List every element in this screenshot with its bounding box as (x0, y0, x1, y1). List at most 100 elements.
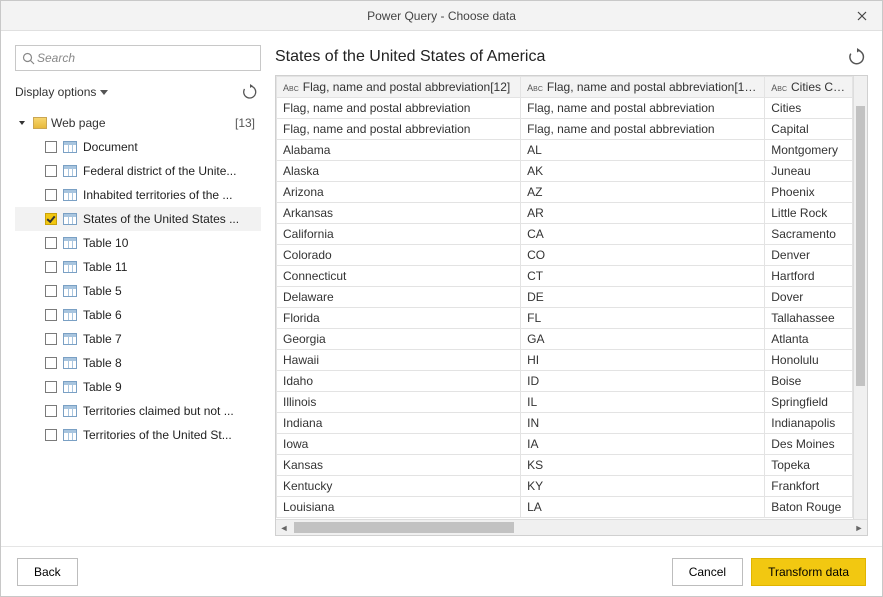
checkbox[interactable] (45, 429, 57, 441)
tree-refresh-button[interactable] (239, 81, 261, 103)
table-cell: Boise (765, 371, 852, 392)
search-box[interactable] (15, 45, 261, 71)
tree-item[interactable]: Table 11 (15, 255, 261, 279)
table-cell: Delaware (277, 287, 521, 308)
text-type-icon: ABC (283, 83, 299, 93)
header-row: ABCFlag, name and postal abbreviation[12… (277, 77, 867, 98)
checkbox[interactable] (45, 261, 57, 273)
horizontal-scrollbar-thumb[interactable] (294, 522, 514, 533)
checkbox[interactable] (45, 405, 57, 417)
table-cell: Sacramento (765, 224, 852, 245)
checkbox[interactable] (45, 237, 57, 249)
dialog-title: Power Query - Choose data (367, 9, 516, 23)
table-row[interactable]: AlabamaALMontgomery (277, 140, 867, 161)
tree-item[interactable]: Table 10 (15, 231, 261, 255)
table-row[interactable]: LouisianaLABaton Rouge (277, 497, 867, 518)
tree-item[interactable]: Table 8 (15, 351, 261, 375)
table-cell: Flag, name and postal abbreviation (277, 98, 521, 119)
column-header[interactable]: ABCFlag, name and postal abbreviation[12… (521, 77, 765, 98)
table-cell: KY (521, 476, 765, 497)
horizontal-scrollbar[interactable]: ◄ ► (276, 519, 867, 535)
table-cell: Iowa (277, 434, 521, 455)
column-header[interactable]: ABCCities Capital (765, 77, 852, 98)
checkbox[interactable] (45, 309, 57, 321)
table-icon (63, 333, 77, 345)
table-row[interactable]: Flag, name and postal abbreviationFlag, … (277, 98, 867, 119)
tree-item-label: States of the United States ... (83, 212, 261, 226)
table-icon (63, 141, 77, 153)
preview-header: States of the United States of America (275, 45, 868, 69)
table-row[interactable]: CaliforniaCASacramento (277, 224, 867, 245)
checkbox[interactable] (45, 165, 57, 177)
tree-item-label: Territories of the United St... (83, 428, 261, 442)
column-header[interactable]: ABCFlag, name and postal abbreviation[12… (277, 77, 521, 98)
tree-item[interactable]: Territories of the United St... (15, 423, 261, 447)
checkbox[interactable] (45, 333, 57, 345)
table-cell: California (277, 224, 521, 245)
table-cell: IL (521, 392, 765, 413)
table-row[interactable]: IdahoIDBoise (277, 371, 867, 392)
table-cell: Florida (277, 308, 521, 329)
vertical-scrollbar[interactable] (853, 76, 867, 519)
checkbox[interactable] (45, 357, 57, 369)
tree-item[interactable]: Table 6 (15, 303, 261, 327)
table-row[interactable]: GeorgiaGAAtlanta (277, 329, 867, 350)
table-row[interactable]: KansasKSTopeka (277, 455, 867, 476)
back-button[interactable]: Back (17, 558, 78, 586)
table-cell: FL (521, 308, 765, 329)
vertical-scrollbar-thumb[interactable] (856, 106, 865, 386)
tree-item-label: Table 6 (83, 308, 261, 322)
table-row[interactable]: IowaIADes Moines (277, 434, 867, 455)
table-cell: Flag, name and postal abbreviation (277, 119, 521, 140)
tree-item[interactable]: Table 9 (15, 375, 261, 399)
table-cell: Indianapolis (765, 413, 852, 434)
tree-items: DocumentFederal district of the Unite...… (15, 135, 261, 447)
dialog-window: Power Query - Choose data Display option… (0, 0, 883, 597)
search-input[interactable] (35, 50, 254, 66)
table-cell: LA (521, 497, 765, 518)
table-row[interactable]: ColoradoCODenver (277, 245, 867, 266)
checkbox[interactable] (45, 285, 57, 297)
table-row[interactable]: AlaskaAKJuneau (277, 161, 867, 182)
tree-item[interactable]: States of the United States ... (15, 207, 261, 231)
table-cell: Des Moines (765, 434, 852, 455)
table-row[interactable]: ArkansasARLittle Rock (277, 203, 867, 224)
refresh-icon (848, 48, 866, 66)
checkbox[interactable] (45, 213, 57, 225)
display-options-dropdown[interactable]: Display options (15, 85, 108, 99)
tree-group-webpage[interactable]: Web page [13] (15, 111, 261, 135)
transform-data-button[interactable]: Transform data (751, 558, 866, 586)
tree-item[interactable]: Document (15, 135, 261, 159)
table-cell: Flag, name and postal abbreviation (521, 119, 765, 140)
table-row[interactable]: ArizonaAZPhoenix (277, 182, 867, 203)
tree-item[interactable]: Table 7 (15, 327, 261, 351)
table-row[interactable]: HawaiiHIHonolulu (277, 350, 867, 371)
table-cell: Springfield (765, 392, 852, 413)
scroll-right-arrow-icon[interactable]: ► (851, 520, 867, 535)
tree-item[interactable]: Inhabited territories of the ... (15, 183, 261, 207)
table-row[interactable]: Flag, name and postal abbreviationFlag, … (277, 119, 867, 140)
tree-item[interactable]: Table 5 (15, 279, 261, 303)
table-cell: Alaska (277, 161, 521, 182)
scroll-left-arrow-icon[interactable]: ◄ (276, 520, 292, 535)
cancel-button[interactable]: Cancel (672, 558, 743, 586)
checkbox[interactable] (45, 189, 57, 201)
tree-item[interactable]: Federal district of the Unite... (15, 159, 261, 183)
table-row[interactable]: IllinoisILSpringfield (277, 392, 867, 413)
folder-icon (33, 117, 47, 129)
table-row[interactable]: FloridaFLTallahassee (277, 308, 867, 329)
checkbox[interactable] (45, 141, 57, 153)
checkbox[interactable] (45, 381, 57, 393)
table-row[interactable]: ConnecticutCTHartford (277, 266, 867, 287)
table-row[interactable]: DelawareDEDover (277, 287, 867, 308)
preview-refresh-button[interactable] (846, 46, 868, 68)
tree-item-label: Table 11 (83, 260, 261, 274)
table-body: Flag, name and postal abbreviationFlag, … (277, 98, 867, 518)
table-row[interactable]: IndianaINIndianapolis (277, 413, 867, 434)
dialog-body: Display options Web page [13] DocumentFe… (1, 31, 882, 536)
text-type-icon: ABC (771, 83, 787, 93)
table-cell: Flag, name and postal abbreviation (521, 98, 765, 119)
table-row[interactable]: KentuckyKYFrankfort (277, 476, 867, 497)
close-button[interactable] (842, 1, 882, 31)
tree-item[interactable]: Territories claimed but not ... (15, 399, 261, 423)
